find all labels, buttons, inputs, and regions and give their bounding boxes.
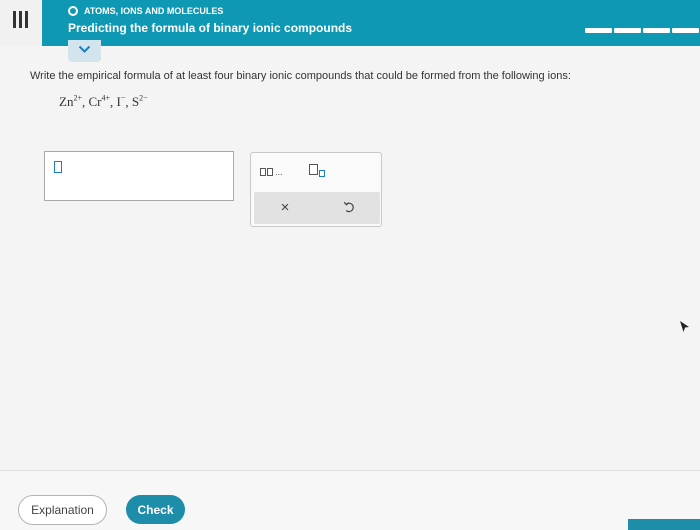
palette-actions: × [254, 192, 380, 224]
topic-line: ATOMS, IONS AND MOLECULES [68, 6, 223, 16]
subscript-base-icon [309, 164, 318, 175]
chevron-down-icon [78, 45, 91, 53]
subscript-slot-icon [319, 170, 325, 177]
ion-symbol: S [131, 94, 140, 110]
ion: Zn2+ [59, 94, 82, 109]
status-circle-icon [68, 6, 78, 16]
multiple-terms-button[interactable]: ... [260, 167, 283, 177]
ion-symbol: Cr [88, 94, 102, 110]
ion-list: Zn2+, Cr4+, I−, S2− [59, 94, 148, 110]
answer-input[interactable] [44, 151, 234, 201]
progress-segment [672, 28, 699, 33]
ion-charge: 2− [139, 94, 148, 103]
explanation-button[interactable]: Explanation [18, 495, 107, 525]
collapse-toggle[interactable] [68, 40, 101, 62]
progress-segment [585, 28, 612, 33]
ion-symbol: Zn [59, 94, 74, 110]
menu-icon [13, 11, 16, 28]
topic-label: ATOMS, IONS AND MOLECULES [84, 6, 224, 16]
ion-charge: 4+ [101, 94, 110, 103]
check-button[interactable]: Check [126, 495, 185, 524]
menu-button[interactable] [0, 0, 42, 46]
top-bar: ATOMS, IONS AND MOLECULES Predicting the… [0, 0, 700, 46]
menu-icon [19, 11, 22, 28]
close-icon: × [280, 199, 290, 216]
subscript-button[interactable] [309, 164, 329, 180]
box-icon [260, 168, 266, 176]
progress-bar [585, 28, 699, 33]
clear-button[interactable]: × [276, 199, 294, 217]
question-instructions: Write the empirical formula of at least … [30, 70, 571, 82]
undo-button[interactable] [340, 199, 358, 217]
menu-icon [25, 11, 28, 28]
footer-accent [628, 519, 700, 530]
page-title: Predicting the formula of binary ionic c… [68, 21, 353, 35]
answer-cursor-slot[interactable] [54, 161, 62, 173]
ion: Cr4+ [88, 94, 110, 109]
question-area: Write the empirical formula of at least … [0, 46, 700, 470]
ion: S2− [132, 94, 148, 109]
formula-palette: ... × [250, 152, 382, 227]
progress-segment [643, 28, 670, 33]
footer: Explanation Check [0, 470, 700, 530]
box-icon [267, 168, 273, 176]
mouse-cursor-icon [680, 320, 690, 338]
progress-segment [614, 28, 641, 33]
ion-charge: 2+ [73, 94, 82, 103]
undo-icon [343, 201, 354, 213]
ion: I− [116, 94, 125, 109]
ellipsis-text: ... [275, 167, 283, 177]
